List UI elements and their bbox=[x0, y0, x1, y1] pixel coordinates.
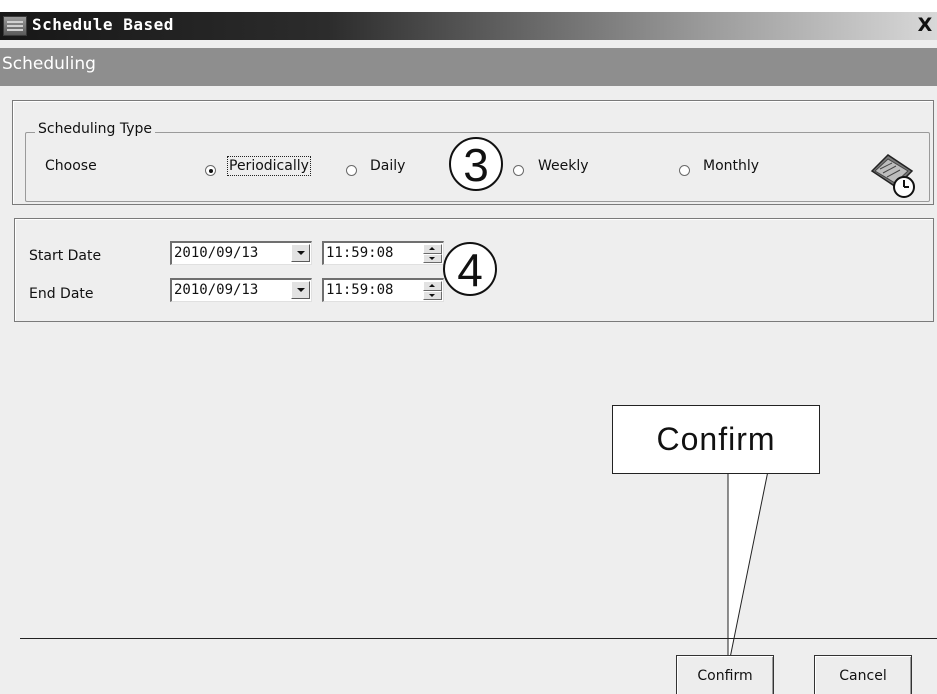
confirm-button[interactable]: Confirm bbox=[676, 655, 774, 694]
confirm-callout: Confirm bbox=[612, 405, 820, 474]
schedule-window: Schedule Based X Scheduling Scheduling T… bbox=[0, 12, 937, 694]
footer-divider bbox=[20, 638, 937, 639]
cancel-button[interactable]: Cancel bbox=[814, 655, 912, 694]
callout-pointer bbox=[727, 460, 771, 669]
